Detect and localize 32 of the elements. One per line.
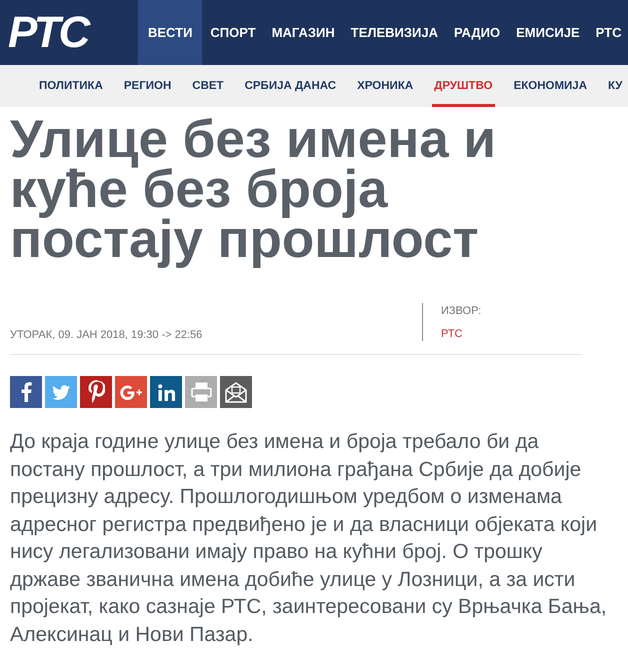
section-tab[interactable]: РЕГИОН (122, 67, 174, 107)
section-tab[interactable]: СРБИЈА ДАНАС (242, 67, 338, 107)
main-nav-tab[interactable]: РТС (588, 0, 628, 65)
section-tab[interactable]: ЕКОНОМИЈА (512, 67, 589, 107)
email-button[interactable] (220, 376, 252, 408)
main-nav-tab[interactable]: ТЕЛЕВИЗИЈА (342, 0, 446, 65)
main-nav-tab[interactable]: РАДИО (446, 0, 508, 65)
main-nav-tab[interactable]: ЕМИСИЈЕ (508, 0, 588, 65)
twitter-icon (51, 384, 71, 400)
section-tab[interactable]: ПОЛИТИКА (37, 67, 105, 107)
pinterest-icon (88, 380, 104, 404)
linkedin-icon (158, 384, 174, 400)
printer-icon (190, 382, 212, 402)
main-nav-tab[interactable]: СПОРТ (202, 0, 264, 65)
facebook-icon (20, 382, 32, 402)
section-tab[interactable]: КУ (606, 67, 624, 107)
google-plus-icon (120, 384, 142, 400)
section-tab[interactable]: ХРОНИКА (355, 67, 416, 107)
main-nav-tab[interactable]: ВЕСТИ (138, 0, 202, 65)
share-button[interactable] (10, 376, 42, 408)
section-tab[interactable]: ДРУШТВО (432, 67, 495, 107)
share-button[interactable] (80, 376, 112, 408)
source-name: РТС (441, 326, 464, 342)
source-label: ИЗВОР: (441, 304, 482, 319)
envelope-icon (225, 382, 247, 402)
publish-date: УТОРАК, 09. ЈАН 2018, 19:30 -> 22:56 (10, 328, 202, 344)
rts-logo[interactable]: РТС (0, 0, 138, 65)
share-button[interactable] (150, 376, 182, 408)
share-button[interactable] (115, 376, 147, 408)
main-nav-tab[interactable]: МАГАЗИН (264, 0, 343, 65)
article-body: До краја године улице без имена и броја требало би да постану прошлост, а три милиона грађана Србије да добије прецизну адресу. Прошлогодишњом уредбом о изменама адресног регистра предвиђено је и да власници објеката који нису легализовани имају право на кућни број. О трошку државе званична имена добиће улице у Лозници, а за исти пројекат, како сазнаје РТС, заинтересовани су Врњачка Бања, Алексинац и Нови Пазар. (10, 429, 608, 648)
section-tab[interactable]: СВЕТ (190, 67, 226, 107)
